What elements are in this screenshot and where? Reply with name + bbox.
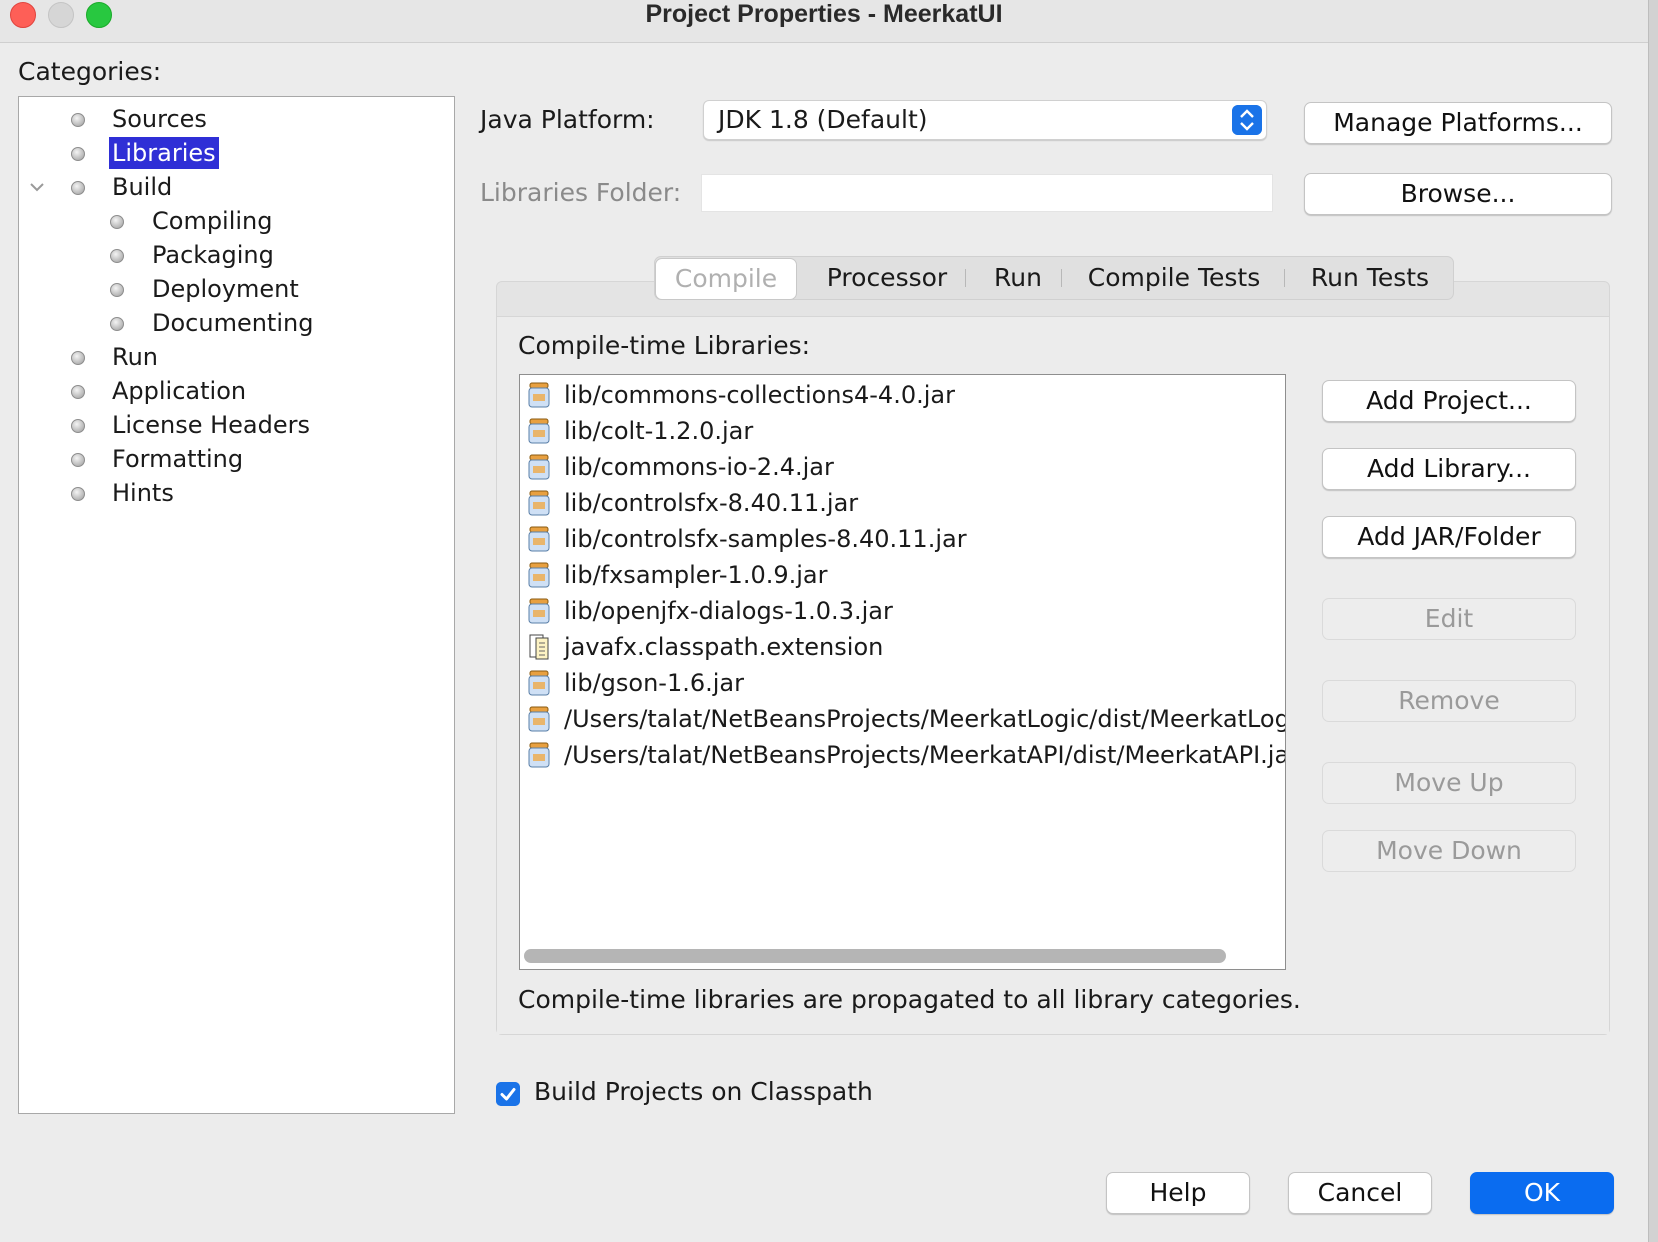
tree-item-label: Application	[112, 377, 247, 405]
node-bullet-icon	[110, 317, 124, 331]
tab-separator	[1284, 269, 1285, 287]
add-library-button[interactable]: Add Library...	[1322, 448, 1576, 490]
chevron-down-icon[interactable]	[29, 181, 45, 193]
node-bullet-icon	[71, 351, 85, 365]
list-item-text: lib/openjfx-dialogs-1.0.3.jar	[564, 597, 893, 625]
tab-run-tests[interactable]: Run Tests	[1290, 257, 1450, 299]
list-item[interactable]: lib/openjfx-dialogs-1.0.3.jar	[520, 593, 1285, 629]
list-item[interactable]: /Users/talat/NetBeansProjects/MeerkatAPI…	[520, 737, 1285, 773]
node-bullet-icon	[71, 147, 85, 161]
list-item[interactable]: javafx.classpath.extension	[520, 629, 1285, 665]
node-bullet-icon	[110, 283, 124, 297]
select-arrows-icon	[1232, 105, 1262, 135]
add-jar-folder-button[interactable]: Add JAR/Folder	[1322, 516, 1576, 558]
tree-item-label: Packaging	[152, 241, 274, 269]
list-item[interactable]: /Users/talat/NetBeansProjects/MeerkatLog…	[520, 701, 1285, 737]
node-bullet-icon	[71, 385, 85, 399]
list-item-text: /Users/talat/NetBeansProjects/MeerkatLog…	[564, 705, 1286, 733]
libraries-folder-field[interactable]	[701, 174, 1273, 212]
tab-compile[interactable]: Compile	[655, 258, 797, 300]
jar-icon	[528, 454, 550, 480]
browse-button[interactable]: Browse...	[1304, 173, 1612, 215]
tree-item-label: License Headers	[112, 411, 310, 439]
compile-libraries-list[interactable]: lib/commons-collections4-4.0.jar lib/col…	[519, 374, 1286, 970]
help-button[interactable]: Help	[1106, 1172, 1250, 1214]
list-item[interactable]: lib/controlsfx-8.40.11.jar	[520, 485, 1285, 521]
jar-icon	[528, 598, 550, 624]
edit-button[interactable]: Edit	[1322, 598, 1576, 640]
tab-run[interactable]: Run	[973, 257, 1063, 299]
list-item-text: lib/controlsfx-8.40.11.jar	[564, 489, 859, 517]
tree-item-label: Run	[112, 343, 159, 371]
tree-item-label: Build	[112, 173, 173, 201]
tree-item-label: Libraries	[109, 137, 219, 169]
manage-platforms-button[interactable]: Manage Platforms...	[1304, 102, 1612, 144]
tab-processor[interactable]: Processor	[803, 257, 971, 299]
node-bullet-icon	[71, 113, 85, 127]
list-item-text: lib/commons-io-2.4.jar	[564, 453, 834, 481]
tab-separator	[965, 269, 966, 287]
window-edge	[1648, 0, 1658, 1242]
node-bullet-icon	[71, 453, 85, 467]
list-item[interactable]: lib/commons-collections4-4.0.jar	[520, 377, 1285, 413]
move-down-button[interactable]: Move Down	[1322, 830, 1576, 872]
list-item-text: lib/fxsampler-1.0.9.jar	[564, 561, 828, 589]
jar-icon	[528, 706, 550, 732]
compile-libraries-label: Compile-time Libraries:	[518, 331, 811, 360]
jar-icon	[528, 490, 550, 516]
tab-compile-tests[interactable]: Compile Tests	[1069, 257, 1279, 299]
list-item-text: lib/commons-collections4-4.0.jar	[564, 381, 955, 409]
ok-button[interactable]: OK	[1470, 1172, 1614, 1214]
build-projects-label[interactable]: Build Projects on Classpath	[534, 1077, 873, 1106]
window-title: Project Properties - MeerkatUI	[645, 0, 1003, 28]
propagation-note: Compile-time libraries are propagated to…	[518, 985, 1301, 1014]
list-item-text: lib/controlsfx-samples-8.40.11.jar	[564, 525, 967, 553]
list-item-text: /Users/talat/NetBeansProjects/MeerkatAPI…	[564, 741, 1286, 769]
list-item-text: lib/colt-1.2.0.jar	[564, 417, 754, 445]
list-item[interactable]: lib/commons-io-2.4.jar	[520, 449, 1285, 485]
add-project-button[interactable]: Add Project...	[1322, 380, 1576, 422]
node-bullet-icon	[71, 487, 85, 501]
node-bullet-icon	[110, 249, 124, 263]
horizontal-scrollbar[interactable]	[524, 949, 1226, 963]
libraries-folder-label: Libraries Folder:	[480, 178, 682, 207]
tree-item-label: Documenting	[152, 309, 314, 337]
node-bullet-icon	[110, 215, 124, 229]
jar-icon	[528, 742, 550, 768]
list-item-text: lib/gson-1.6.jar	[564, 669, 744, 697]
node-bullet-icon	[71, 419, 85, 433]
jar-icon	[528, 382, 550, 408]
classpath-icon	[529, 634, 549, 660]
java-platform-value: JDK 1.8 (Default)	[718, 105, 928, 134]
tree-item-label: Hints	[112, 479, 174, 507]
node-bullet-icon	[71, 181, 85, 195]
cancel-button[interactable]: Cancel	[1288, 1172, 1432, 1214]
categories-tree[interactable]: Sources Libraries Build Compiling Packag…	[18, 96, 455, 1114]
tab-bar: Compile Processor Run Compile Tests Run …	[654, 256, 1454, 300]
build-projects-checkbox[interactable]	[496, 1082, 520, 1106]
tree-item-label: Compiling	[152, 207, 273, 235]
title-bar: Project Properties - MeerkatUI	[0, 0, 1648, 43]
jar-icon	[528, 418, 550, 444]
list-item[interactable]: lib/fxsampler-1.0.9.jar	[520, 557, 1285, 593]
tree-item-label: Deployment	[152, 275, 299, 303]
java-platform-label: Java Platform:	[480, 105, 655, 134]
categories-label: Categories:	[18, 57, 162, 86]
tree-item-label: Sources	[112, 105, 207, 133]
jar-icon	[528, 670, 550, 696]
java-platform-select[interactable]: JDK 1.8 (Default)	[703, 100, 1267, 140]
jar-icon	[528, 526, 550, 552]
tab-separator	[1061, 269, 1062, 287]
list-item-text: javafx.classpath.extension	[564, 633, 884, 661]
list-item[interactable]: lib/colt-1.2.0.jar	[520, 413, 1285, 449]
jar-icon	[528, 562, 550, 588]
list-item[interactable]: lib/controlsfx-samples-8.40.11.jar	[520, 521, 1285, 557]
list-item[interactable]: lib/gson-1.6.jar	[520, 665, 1285, 701]
tree-item-label: Formatting	[112, 445, 244, 473]
move-up-button[interactable]: Move Up	[1322, 762, 1576, 804]
remove-button[interactable]: Remove	[1322, 680, 1576, 722]
